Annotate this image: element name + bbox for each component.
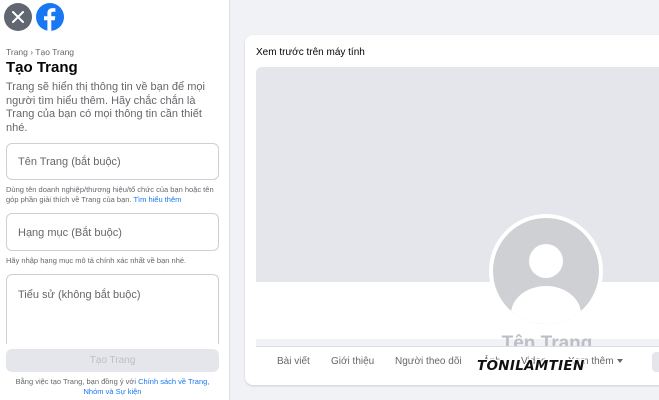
tab-posts: Bài viết bbox=[277, 356, 310, 367]
terms-notice: Bằng việc tạo Trang, bạn đồng ý với Chín… bbox=[6, 377, 219, 397]
watermark: TONILAMTIEN bbox=[477, 358, 585, 374]
close-icon[interactable] bbox=[4, 3, 32, 31]
category-placeholder: Hạng mục (Bắt buộc) bbox=[18, 227, 122, 239]
page-name-placeholder: Tên Trang (bắt buộc) bbox=[18, 156, 121, 168]
avatar-placeholder-icon bbox=[493, 218, 599, 324]
page-name-input[interactable]: Tên Trang (bắt buộc) bbox=[6, 143, 219, 180]
tab-followers: Người theo dõi bbox=[395, 356, 462, 367]
create-page-panel: Trang › Tạo Trang Tạo Trang Trang sẽ hiể… bbox=[0, 0, 230, 400]
preview-tabs: Bài viết Giới thiệu Người theo dõi Ảnh V… bbox=[256, 346, 659, 377]
top-bar bbox=[4, 3, 64, 31]
create-page-button[interactable]: Tạo Trang bbox=[6, 349, 219, 372]
page-description: Trang sẽ hiển thị thông tin về bạn để mọ… bbox=[6, 81, 205, 134]
page-title: Tạo Trang bbox=[6, 59, 78, 76]
category-input[interactable]: Hạng mục (Bắt buộc) bbox=[6, 213, 219, 251]
breadcrumb[interactable]: Trang › Tạo Trang bbox=[6, 47, 74, 57]
page-name-hint-text: Dùng tên doanh nghiệp/thương hiệu/tổ chứ… bbox=[6, 185, 214, 204]
profile-picture bbox=[489, 214, 603, 328]
learn-more-link[interactable]: Tìm hiểu thêm bbox=[133, 195, 181, 204]
tab-about: Giới thiệu bbox=[331, 356, 375, 367]
chevron-down-icon bbox=[616, 359, 623, 364]
page-name-hint: Dùng tên doanh nghiệp/thương hiệu/tổ chứ… bbox=[6, 185, 221, 205]
page-preview: Tên Trang Bài viết Giới thiệu Người theo… bbox=[256, 67, 659, 377]
facebook-logo-icon[interactable] bbox=[36, 3, 64, 31]
preview-more-options-button bbox=[652, 352, 659, 372]
preview-title: Xem trước trên máy tính bbox=[256, 47, 365, 58]
desktop-preview-card: Xem trước trên máy tính Tên Trang Bài vi… bbox=[245, 35, 659, 385]
bio-placeholder: Tiểu sử (không bắt buộc) bbox=[18, 289, 141, 301]
bio-textarea[interactable]: Tiểu sử (không bắt buộc) bbox=[6, 274, 219, 344]
terms-text: Bằng việc tạo Trang, bạn đồng ý với bbox=[15, 377, 137, 386]
category-hint: Hãy nhập hạng mục mô tả chính xác nhất v… bbox=[6, 256, 187, 265]
